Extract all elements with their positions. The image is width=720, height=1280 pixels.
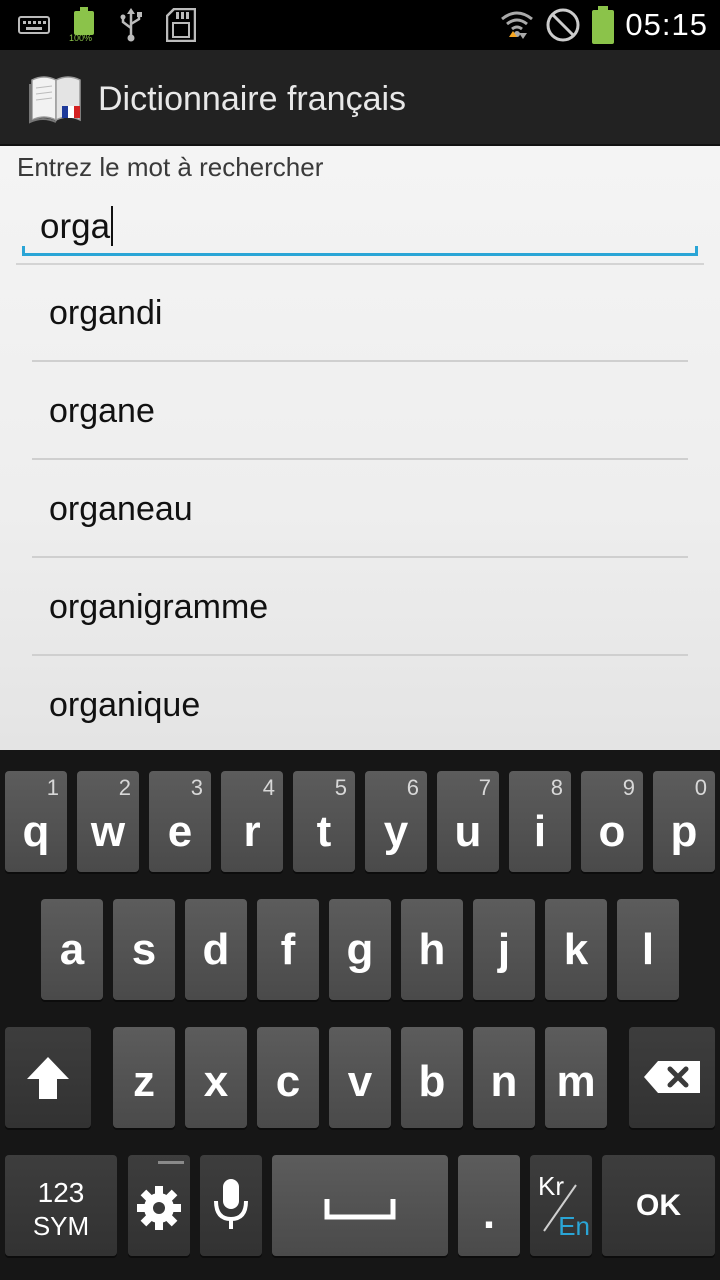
key-t[interactable]: 5t (293, 771, 355, 872)
voice-input-key[interactable] (200, 1155, 262, 1256)
key-y[interactable]: 6y (365, 771, 427, 872)
key-period[interactable]: . (458, 1155, 520, 1256)
gear-icon (137, 1186, 181, 1230)
search-input-underline (22, 246, 698, 256)
symbols-key[interactable]: 123 SYM (5, 1155, 117, 1256)
symbols-key-bottom-label: SYM (32, 1211, 90, 1241)
space-key[interactable] (272, 1155, 448, 1256)
key-p[interactable]: 0p (653, 771, 715, 872)
keyboard-icon (18, 16, 50, 34)
key-k[interactable]: k (545, 899, 607, 1000)
key-q[interactable]: 1q (5, 771, 67, 872)
key-popup-indicator (158, 1161, 184, 1164)
key-z[interactable]: z (113, 1027, 175, 1128)
sd-card-icon (166, 8, 196, 42)
language-switch-key[interactable]: Kr En (530, 1155, 592, 1256)
text-cursor (111, 206, 114, 246)
key-g[interactable]: g (329, 899, 391, 1000)
results-list: organdi organe organeau organigramme org… (32, 264, 688, 750)
key-v[interactable]: v (329, 1027, 391, 1128)
usb-icon (118, 8, 144, 42)
key-j[interactable]: j (473, 899, 535, 1000)
key-u[interactable]: 7u (437, 771, 499, 872)
main-content: Entrez le mot à rechercher orga organdi … (0, 146, 720, 750)
key-x[interactable]: x (185, 1027, 247, 1128)
action-bar: Dictionnaire français (0, 50, 720, 146)
key-h[interactable]: h (401, 899, 463, 1000)
status-bar: 100% 05:15 (0, 0, 720, 50)
search-input-value[interactable]: orga (40, 207, 110, 246)
key-o[interactable]: 9o (581, 771, 643, 872)
backspace-icon (644, 1061, 700, 1093)
settings-key[interactable] (128, 1155, 190, 1256)
key-e[interactable]: 3e (149, 771, 211, 872)
key-f[interactable]: f (257, 899, 319, 1000)
battery-icon (591, 6, 615, 44)
no-sim-icon (545, 7, 581, 43)
list-item[interactable]: organdi (32, 264, 688, 362)
clock: 05:15 (625, 7, 708, 42)
battery-percent: 100% (69, 33, 93, 43)
battery-full-icon: 100% (69, 7, 96, 43)
key-r[interactable]: 4r (221, 771, 283, 872)
key-n[interactable]: n (473, 1027, 535, 1128)
wifi-icon (499, 7, 535, 43)
microphone-icon (214, 1179, 248, 1229)
key-i[interactable]: 8i (509, 771, 571, 872)
space-bar-icon (324, 1199, 396, 1220)
list-item-label: organe (49, 392, 155, 430)
ok-key[interactable]: OK (602, 1155, 715, 1256)
key-l[interactable]: l (617, 899, 679, 1000)
backspace-key[interactable] (629, 1027, 715, 1128)
key-c[interactable]: c (257, 1027, 319, 1128)
shift-key[interactable] (5, 1027, 91, 1128)
key-a[interactable]: a (41, 899, 103, 1000)
list-item[interactable]: organeau (32, 460, 688, 558)
list-item-label: organeau (49, 490, 193, 528)
list-item-label: organdi (49, 294, 163, 332)
symbols-key-top-label: 123 (37, 1177, 85, 1208)
list-item[interactable]: organigramme (32, 558, 688, 656)
shift-arrow-icon (27, 1057, 69, 1099)
key-w[interactable]: 2w (77, 771, 139, 872)
app-title: Dictionnaire français (98, 80, 407, 118)
key-s[interactable]: s (113, 899, 175, 1000)
search-label: Entrez le mot à rechercher (17, 152, 324, 182)
soft-keyboard: 1q 2w 3e 4r 5t 6y 7u 8i 9o 0p a s d f g … (0, 750, 720, 1280)
key-b[interactable]: b (401, 1027, 463, 1128)
search-input[interactable]: orga (22, 190, 698, 256)
list-item[interactable]: organe (32, 362, 688, 460)
key-d[interactable]: d (185, 899, 247, 1000)
list-item-label: organigramme (49, 588, 269, 626)
dictionary-book-icon[interactable] (28, 72, 86, 124)
key-m[interactable]: m (545, 1027, 607, 1128)
list-item[interactable]: organique (32, 656, 688, 750)
language-key-bottom-label: En (558, 1211, 590, 1241)
list-item-label: organique (49, 686, 201, 724)
